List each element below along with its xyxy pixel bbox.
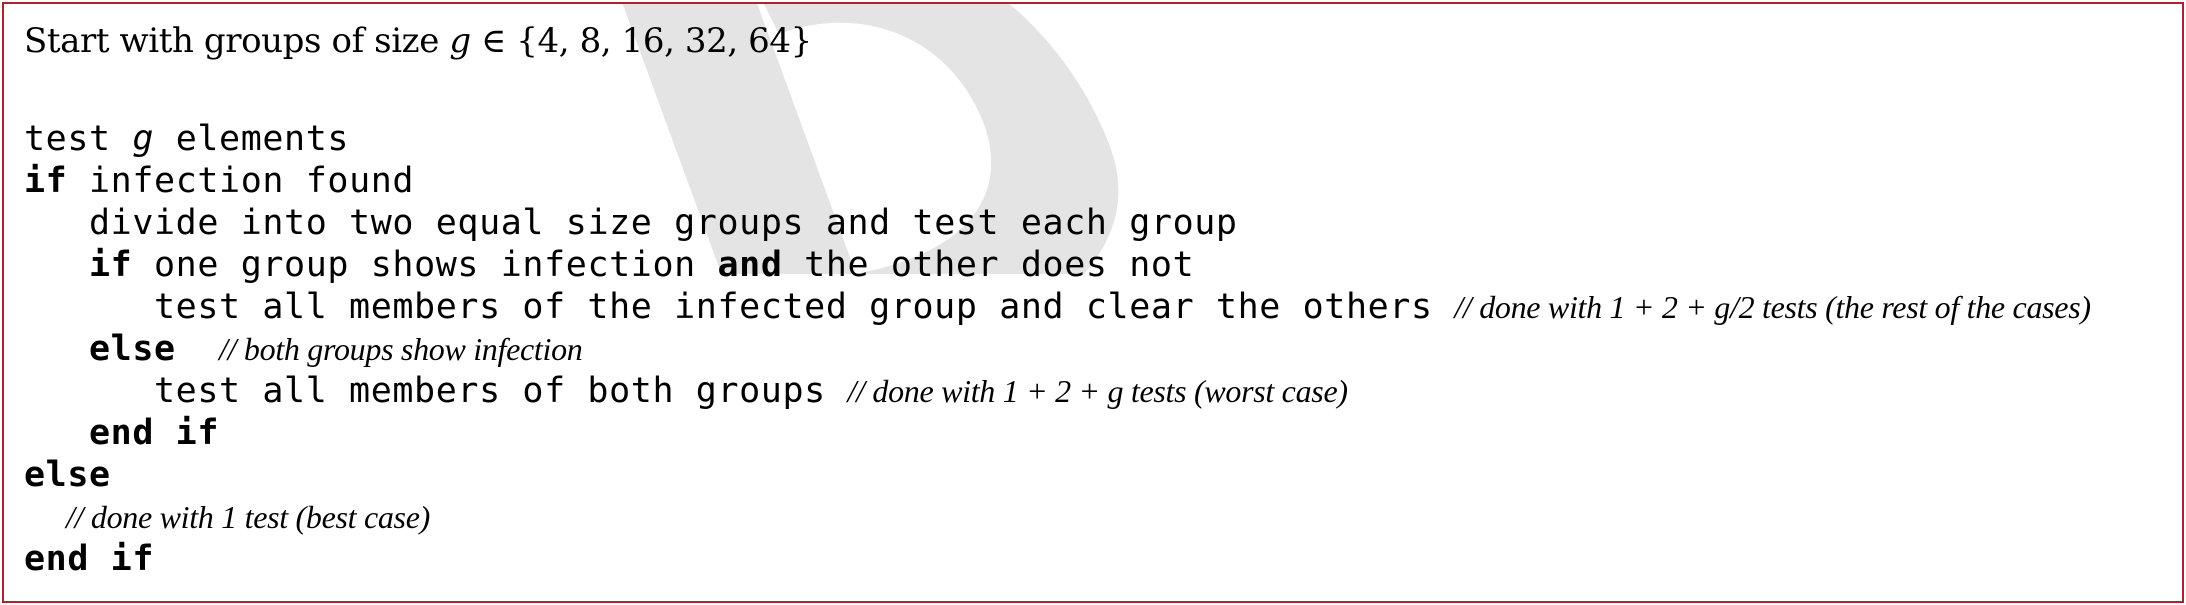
code-line-1: test g elements [24,118,349,160]
code-text: elements [154,119,350,159]
intro-variable: g [449,21,471,61]
code-text: infection found [67,161,415,201]
code-comment: // done with 1 + 2 + g tests (worst case… [847,373,1349,409]
code-line-3: divide into two equal size groups and te… [89,202,1238,244]
code-line-6: else // both groups show infection [89,328,583,370]
code-line-7: test all members of both groups // done … [154,370,1348,412]
code-variable: g [132,119,155,159]
code-text: the other does not [782,245,1195,285]
code-text: one group shows infection [132,245,718,285]
code-keyword: if [89,245,133,285]
code-keyword: and [717,245,783,285]
code-text: test all members of the infected group a… [154,287,1455,327]
code-line-5: test all members of the infected group a… [154,286,2091,328]
code-line-8: end if [89,412,219,454]
code-keyword: else [24,455,111,495]
code-comment: // done with 1 test (best case) [66,499,430,535]
intro-suffix: ∈ {4, 8, 16, 32, 64} [470,21,812,61]
code-keyword: end if [24,539,155,579]
code-keyword: if [24,161,68,201]
code-line-10: // done with 1 test (best case) [66,496,430,538]
intro-prefix: Start with groups of size [24,21,450,61]
code-text: test [24,119,133,159]
code-text: test all members of both groups [154,371,848,411]
code-line-4: if one group shows infection and the oth… [89,244,1194,286]
code-line-9: else [24,454,111,496]
code-keyword: end if [89,413,220,453]
pseudocode-box: Start with groups of size g ∈ {4, 8, 16,… [2,2,2184,603]
code-keyword: else [89,329,176,369]
code-comment: // both groups show infection [219,331,583,367]
code-line-2: if infection found [24,160,414,202]
intro-statement: Start with groups of size g ∈ {4, 8, 16,… [24,20,812,62]
code-text: divide into two equal size groups and te… [89,203,1238,243]
code-line-11: end if [24,538,154,580]
code-comment: // done with 1 + 2 + g/2 tests (the rest… [1454,289,2091,325]
